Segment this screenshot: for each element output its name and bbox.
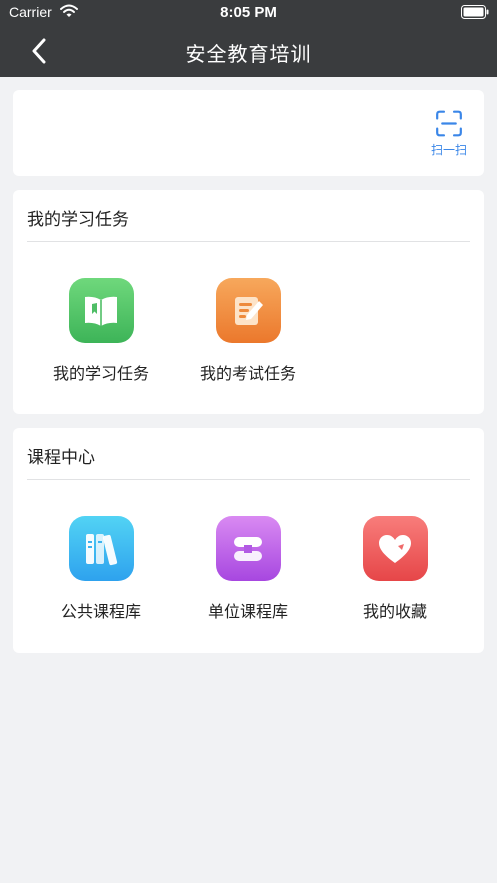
divider (27, 241, 470, 242)
exam-edit-icon (215, 278, 281, 343)
my-learning-tasks-tile[interactable]: 我的学习任务 (26, 278, 176, 388)
tile-label: 我的学习任务 (52, 364, 149, 383)
tile-label: 我的收藏 (362, 602, 427, 621)
course-stack-icon (215, 516, 281, 581)
tile-label: 公共课程库 (60, 602, 141, 621)
heart-icon (362, 516, 428, 581)
learning-tasks-section: 我的学习任务 我的学习任务 我的考试任务 (13, 190, 484, 414)
tile-label: 我的考试任务 (199, 364, 296, 383)
public-course-library-tile[interactable]: 公共课程库 (26, 516, 176, 626)
section-title: 我的学习任务 (27, 210, 129, 230)
status-bar: Carrier 8:05 PM (0, 0, 497, 26)
divider (27, 479, 470, 480)
scan-button[interactable]: 扫一扫 (426, 110, 472, 158)
open-book-icon (68, 278, 134, 343)
page-title: 安全教育培训 (185, 42, 312, 66)
battery-icon (461, 5, 489, 19)
scan-card: 扫一扫 (13, 90, 484, 176)
course-center-section: 课程中心 公共课程库 单位课程库 我的收藏 (13, 428, 484, 653)
section-title: 课程中心 (27, 448, 95, 468)
unit-course-library-tile[interactable]: 单位课程库 (173, 516, 323, 626)
top-bar: Carrier 8:05 PM 安全教育培训 (0, 0, 497, 77)
navigation-bar: 安全教育培训 (0, 26, 497, 77)
my-favorites-tile[interactable]: 我的收藏 (320, 516, 470, 626)
books-icon (68, 516, 134, 581)
tile-label: 单位课程库 (207, 602, 288, 621)
my-exam-tasks-tile[interactable]: 我的考试任务 (173, 278, 323, 388)
status-time: 8:05 PM (220, 4, 277, 21)
scan-label: 扫一扫 (430, 143, 467, 157)
scan-icon (436, 110, 462, 137)
